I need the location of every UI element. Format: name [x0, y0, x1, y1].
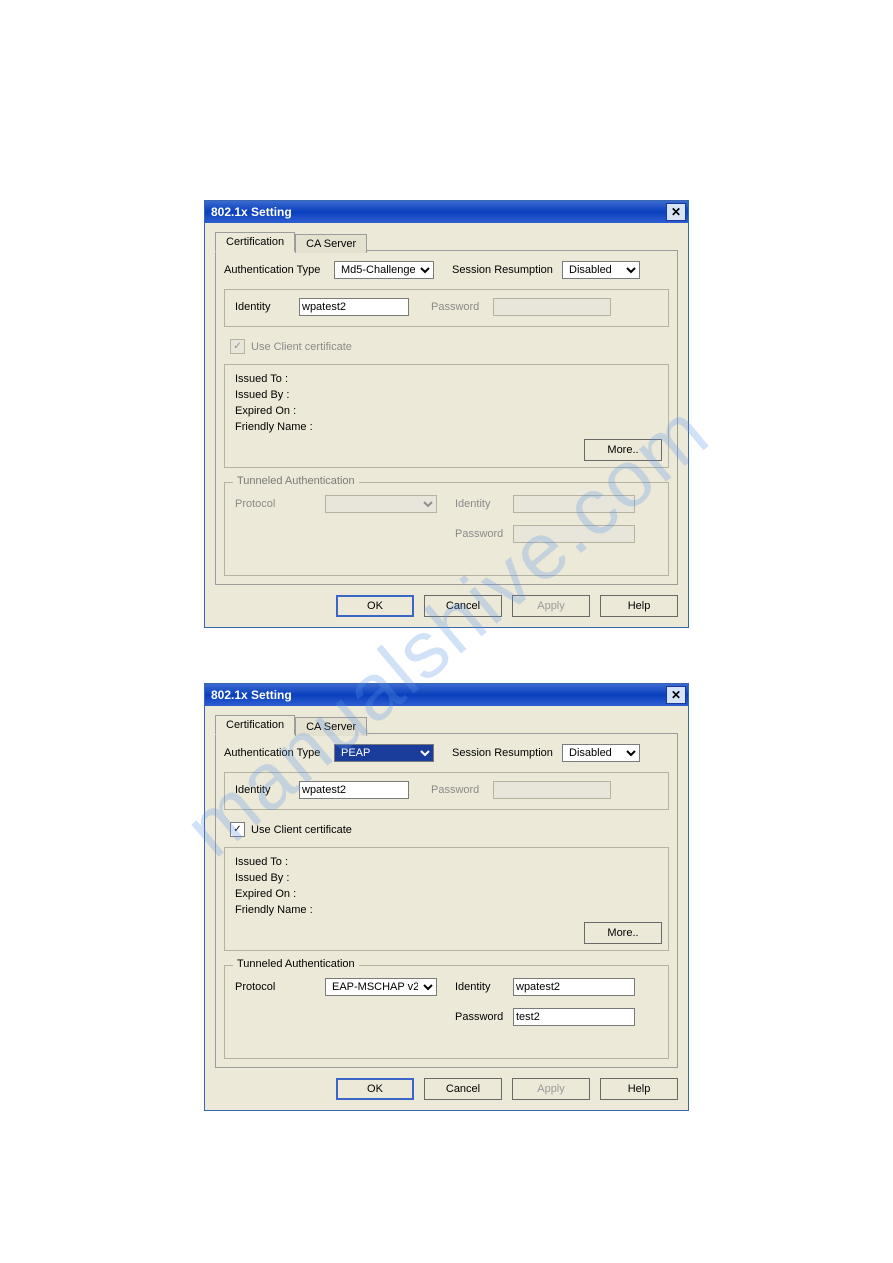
issued-by-1: Issued By : — [235, 389, 658, 401]
tab-certification-1[interactable]: Certification — [215, 232, 295, 252]
protocol-select-1 — [325, 495, 437, 513]
dialog-8021x-2: 802.1x Setting ✕ Certification CA Server… — [204, 683, 689, 1111]
friendly-name-2: Friendly Name : — [235, 904, 658, 916]
session-label-2: Session Resumption — [452, 747, 562, 759]
tunnel-identity-input-1 — [513, 495, 635, 513]
protocol-label-2: Protocol — [235, 981, 325, 993]
tunneled-legend-2: Tunneled Authentication — [233, 958, 359, 970]
auth-type-select-2[interactable]: PEAP — [334, 744, 434, 762]
session-select-1[interactable]: Disabled — [562, 261, 640, 279]
titlebar-1: 802.1x Setting ✕ — [205, 201, 688, 223]
issued-by-2: Issued By : — [235, 872, 658, 884]
help-button-1[interactable]: Help — [600, 595, 678, 617]
expired-on-2: Expired On : — [235, 888, 658, 900]
friendly-name-1: Friendly Name : — [235, 421, 658, 433]
tab-ca-server-2[interactable]: CA Server — [295, 717, 367, 736]
tunnel-password-input-2[interactable] — [513, 1008, 635, 1026]
tab-certification-2[interactable]: Certification — [215, 715, 295, 735]
identity-input-2[interactable] — [299, 781, 409, 799]
tunnel-password-input-1 — [513, 525, 635, 543]
tab-ca-server-1[interactable]: CA Server — [295, 234, 367, 253]
cancel-button-2[interactable]: Cancel — [424, 1078, 502, 1100]
cancel-button-1[interactable]: Cancel — [424, 595, 502, 617]
apply-button-1: Apply — [512, 595, 590, 617]
title-text-1: 802.1x Setting — [211, 205, 292, 219]
use-client-cert-checkbox-2[interactable]: ✓ — [230, 822, 245, 837]
expired-on-1: Expired On : — [235, 405, 658, 417]
apply-button-2: Apply — [512, 1078, 590, 1100]
help-button-2[interactable]: Help — [600, 1078, 678, 1100]
auth-type-label-1: Authentication Type — [224, 264, 334, 276]
password-input-1 — [493, 298, 611, 316]
tunnel-password-label-2: Password — [455, 1011, 513, 1023]
tunnel-password-label-1: Password — [455, 528, 513, 540]
issued-to-2: Issued To : — [235, 856, 658, 868]
more-button-1[interactable]: More.. — [584, 439, 662, 461]
close-button-1[interactable]: ✕ — [666, 203, 686, 221]
use-client-cert-label-1: Use Client certificate — [251, 341, 352, 353]
close-button-2[interactable]: ✕ — [666, 686, 686, 704]
tunnel-identity-label-1: Identity — [455, 498, 513, 510]
use-client-cert-checkbox-1: ✓ — [230, 339, 245, 354]
ok-button-1[interactable]: OK — [336, 595, 414, 617]
protocol-select-2[interactable]: EAP-MSCHAP v2 — [325, 978, 437, 996]
tunnel-identity-label-2: Identity — [455, 981, 513, 993]
identity-input-1[interactable] — [299, 298, 409, 316]
dialog-8021x-1: 802.1x Setting ✕ Certification CA Server… — [204, 200, 689, 628]
ok-button-2[interactable]: OK — [336, 1078, 414, 1100]
password-label-1: Password — [431, 301, 493, 313]
protocol-label-1: Protocol — [235, 498, 325, 510]
password-input-2 — [493, 781, 611, 799]
title-text-2: 802.1x Setting — [211, 688, 292, 702]
auth-type-select-1[interactable]: Md5-Challenge — [334, 261, 434, 279]
identity-label-2: Identity — [235, 784, 299, 796]
use-client-cert-label-2: Use Client certificate — [251, 824, 352, 836]
auth-type-label-2: Authentication Type — [224, 747, 334, 759]
tunneled-legend-1: Tunneled Authentication — [233, 475, 359, 487]
session-label-1: Session Resumption — [452, 264, 562, 276]
more-button-2[interactable]: More.. — [584, 922, 662, 944]
titlebar-2: 802.1x Setting ✕ — [205, 684, 688, 706]
tunnel-identity-input-2[interactable] — [513, 978, 635, 996]
identity-label-1: Identity — [235, 301, 299, 313]
password-label-2: Password — [431, 784, 493, 796]
session-select-2[interactable]: Disabled — [562, 744, 640, 762]
issued-to-1: Issued To : — [235, 373, 658, 385]
